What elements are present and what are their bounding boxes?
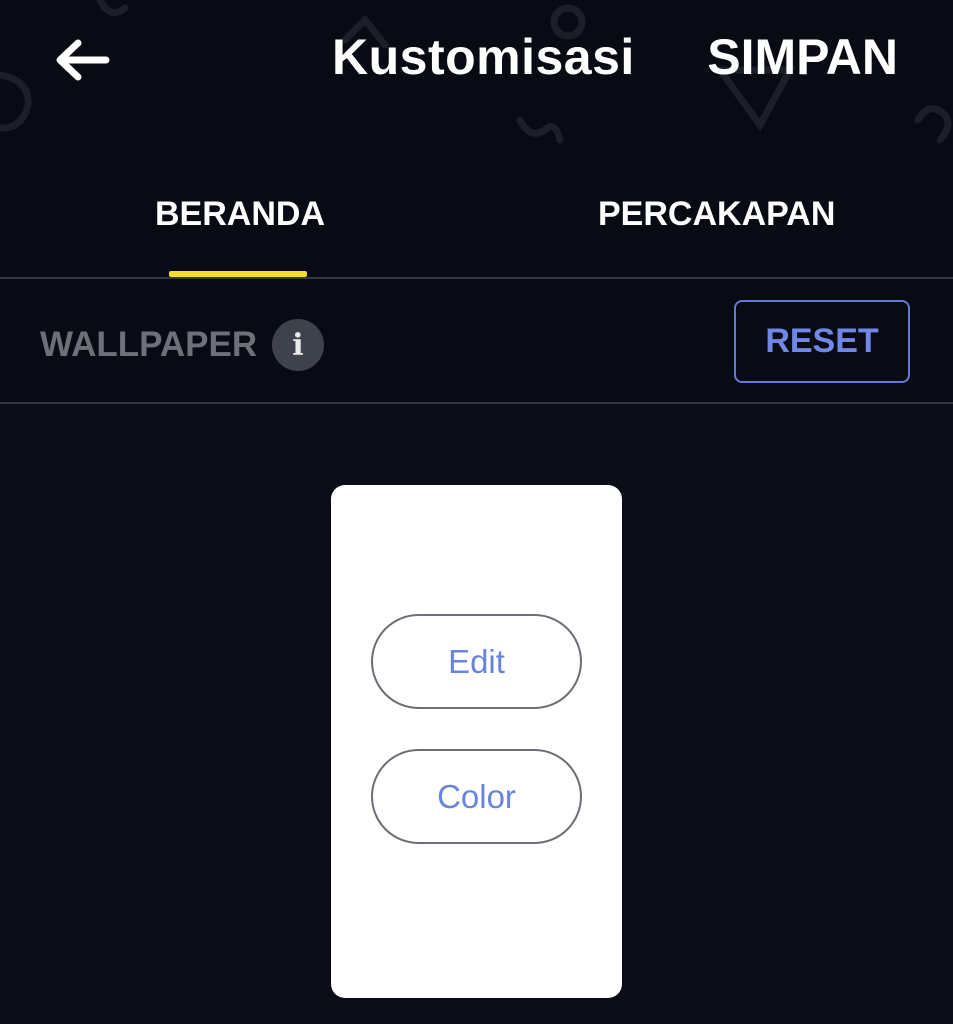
info-icon[interactable]: i — [272, 319, 324, 371]
save-button[interactable]: SIMPAN — [707, 26, 898, 88]
app-header: Kustomisasi SIMPAN — [0, 0, 953, 120]
tab-beranda[interactable]: BERANDA — [155, 192, 325, 236]
color-button[interactable]: Color — [371, 749, 582, 844]
wallpaper-preview-card: Edit Color — [331, 485, 622, 998]
arrow-left-icon — [56, 39, 110, 81]
page-title: Kustomisasi — [332, 29, 635, 85]
wallpaper-preview-area: Edit Color — [0, 404, 953, 1024]
customization-screen: Kustomisasi SIMPAN BERANDA PERCAKAPAN WA… — [0, 0, 953, 1024]
wallpaper-label: WALLPAPER — [40, 325, 258, 364]
back-button[interactable] — [52, 30, 112, 90]
edit-button[interactable]: Edit — [371, 614, 582, 709]
tab-percakapan[interactable]: PERCAKAPAN — [598, 192, 835, 236]
reset-button[interactable]: RESET — [734, 300, 910, 383]
tab-bar: BERANDA PERCAKAPAN — [0, 170, 953, 278]
wallpaper-section-header: WALLPAPER i RESET — [0, 279, 953, 403]
